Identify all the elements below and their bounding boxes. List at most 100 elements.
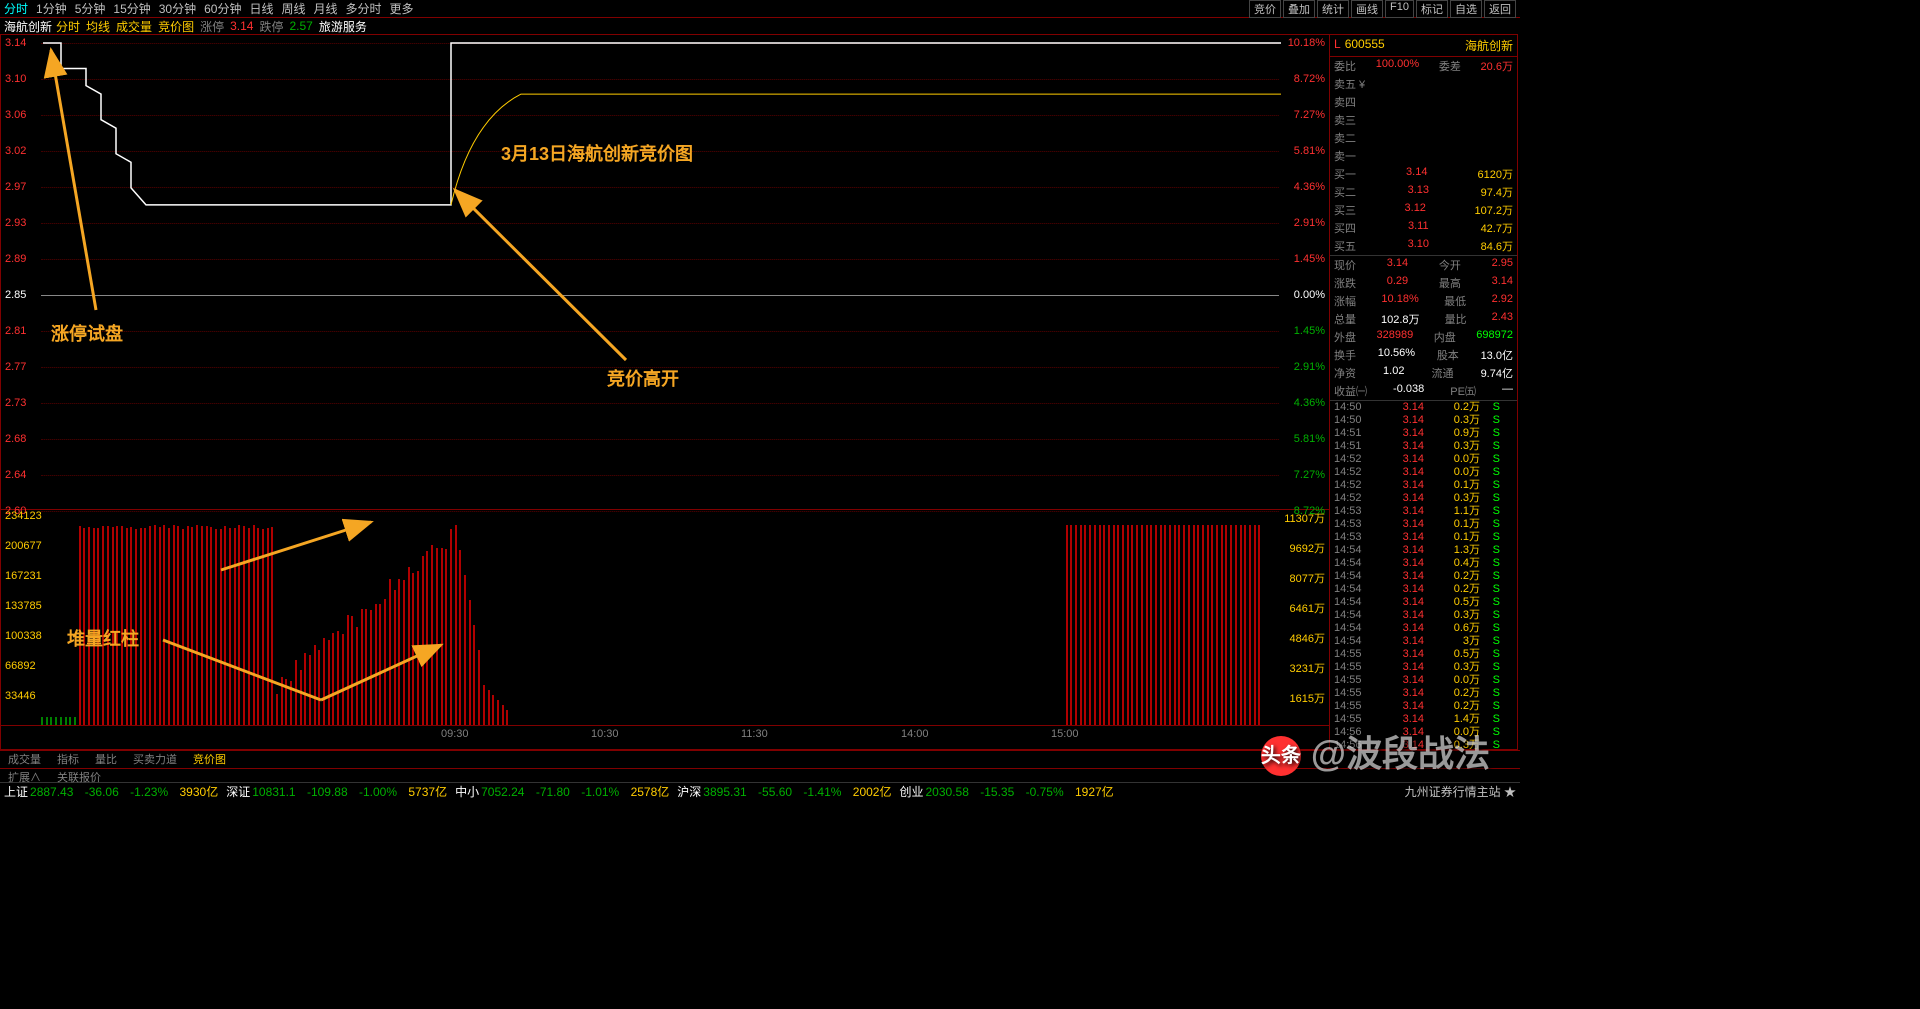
btn-mark[interactable]: 标记 xyxy=(1416,0,1448,18)
status-bar: 上证2887.43 -36.06 -1.23% 3930亿 深证10831.1 … xyxy=(0,782,1520,800)
tab-vol[interactable]: 成交量 xyxy=(0,751,49,768)
annotation-1: 涨停试盘 xyxy=(51,320,123,346)
stock-name: 海航创新 xyxy=(1465,37,1513,54)
tick-row: 14:523.140.3万S xyxy=(1330,492,1517,505)
tick-row: 14:543.140.4万S xyxy=(1330,557,1517,570)
main-area: 3.1410.18%3.108.72%3.067.27%3.025.81%2.9… xyxy=(0,34,1520,750)
index-item[interactable]: 创业2030.58 -15.35 -0.75% 1927亿 xyxy=(899,783,1121,800)
time-axis: 09:30 10:30 11:30 14:00 15:00 xyxy=(1,726,1329,746)
tick-row: 14:533.140.1万S xyxy=(1330,531,1517,544)
bid-row: 买五3.1084.6万 xyxy=(1330,237,1517,255)
tick-row: 14:523.140.0万S xyxy=(1330,453,1517,466)
tab-relate[interactable]: 关联报价 xyxy=(49,769,109,782)
tab-jjt[interactable]: 竞价图 xyxy=(185,751,234,768)
vol-ylabel-r: 9692万 xyxy=(1290,540,1325,556)
avg-line xyxy=(1,35,1331,510)
btn-stats[interactable]: 统计 xyxy=(1317,0,1349,18)
index-item[interactable]: 沪深3895.31 -55.60 -1.41% 2002亿 xyxy=(677,783,899,800)
stat-row: 外盘328989内盘698972 xyxy=(1330,328,1517,346)
tick-row: 14:523.140.0万S xyxy=(1330,466,1517,479)
stock-code[interactable]: 600555 xyxy=(1345,37,1385,51)
tf-30m[interactable]: 30分钟 xyxy=(159,0,196,17)
tick-row: 14:533.140.1万S xyxy=(1330,518,1517,531)
tick-row: 14:523.140.1万S xyxy=(1330,479,1517,492)
vol-ylabel-r: 1615万 xyxy=(1290,690,1325,706)
xlabel-1030: 10:30 xyxy=(591,728,619,740)
vol-ylabel-l: 66892 xyxy=(5,660,36,672)
tf-more[interactable]: 更多 xyxy=(390,0,414,17)
tick-row: 14:503.140.2万S xyxy=(1330,401,1517,414)
label-junxian: 均线 xyxy=(86,18,110,35)
btn-fav[interactable]: 自选 xyxy=(1450,0,1482,18)
tick-row: 14:543.141.3万S xyxy=(1330,544,1517,557)
tf-15m[interactable]: 15分钟 xyxy=(113,0,150,17)
xlabel-1400: 14:00 xyxy=(901,728,929,740)
index-item[interactable]: 深证10831.1 -109.88 -1.00% 5737亿 xyxy=(226,783,455,800)
tf-60m[interactable]: 60分钟 xyxy=(204,0,241,17)
quote-sidebar: L600555 海航创新 委比100.00% 委差20.6万 卖五 ¥卖四卖三卖… xyxy=(1330,34,1518,750)
volume-bars xyxy=(41,509,1279,725)
vol-ylabel-r: 8077万 xyxy=(1290,570,1325,586)
tick-row: 14:553.140.3万S xyxy=(1330,661,1517,674)
chart-area[interactable]: 3.1410.18%3.108.72%3.067.27%3.025.81%2.9… xyxy=(0,34,1330,750)
vol-ylabel-r: 6461万 xyxy=(1290,600,1325,616)
label-zt: 涨停 xyxy=(200,18,224,35)
tick-row: 14:543.140.6万S xyxy=(1330,622,1517,635)
tick-row: 14:543.140.3万S xyxy=(1330,609,1517,622)
broker-label: 九州证券行情主站 ★ xyxy=(1405,783,1516,800)
stat-row: 收益㈠-0.038PE㈤— xyxy=(1330,382,1517,400)
index-item[interactable]: 中小7052.24 -71.80 -1.01% 2578亿 xyxy=(455,783,677,800)
btn-overlay[interactable]: 叠加 xyxy=(1283,0,1315,18)
vol-ylabel-l: 133785 xyxy=(5,600,42,612)
ask-row: 卖三 xyxy=(1330,111,1517,129)
tf-fenshi[interactable]: 分时 xyxy=(4,0,28,17)
sidebar-header: L600555 海航创新 xyxy=(1330,35,1517,57)
vol-ylabel-r: 4846万 xyxy=(1290,630,1325,646)
bid-row: 买三3.12107.2万 xyxy=(1330,201,1517,219)
vol-ylabel-l: 100338 xyxy=(5,630,42,642)
xlabel-1500: 15:00 xyxy=(1051,728,1079,740)
watermark-logo: 头条 xyxy=(1261,736,1301,776)
stock-name-info: 海航创新 xyxy=(4,18,52,35)
tf-month[interactable]: 月线 xyxy=(314,0,338,17)
tab-expand[interactable]: 扩展∧ xyxy=(0,769,49,782)
volume-chart[interactable]: 234123 11307万 200677 9692万 167231 8077万 133785… xyxy=(1,510,1329,726)
tf-5m[interactable]: 5分钟 xyxy=(75,0,106,17)
annotation-3: 堆量红柱 xyxy=(67,625,139,651)
tab-bs[interactable]: 买卖力道 xyxy=(125,751,185,768)
tf-day[interactable]: 日线 xyxy=(249,0,273,17)
tf-week[interactable]: 周线 xyxy=(281,0,305,17)
ask-row: 卖一 xyxy=(1330,147,1517,165)
bid-row: 买二3.1397.4万 xyxy=(1330,183,1517,201)
tick-list[interactable]: 14:503.140.2万S14:503.140.3万S14:513.140.9… xyxy=(1330,401,1517,750)
vol-ylabel-r: 11307万 xyxy=(1284,510,1325,526)
sector-name: 旅游服务 xyxy=(319,18,367,35)
tab-lb[interactable]: 量比 xyxy=(87,751,125,768)
bid-row: 买四3.1142.7万 xyxy=(1330,219,1517,237)
vol-ylabel-l: 167231 xyxy=(5,570,42,582)
tick-row: 14:553.140.2万S xyxy=(1330,687,1517,700)
tab-ind[interactable]: 指标 xyxy=(49,751,87,768)
info-bar: 海航创新 分时 均线 成交量 竞价图 涨停 3.14 跌停 2.57 旅游服务 xyxy=(0,18,1520,34)
bid-row: 买一3.146120万 xyxy=(1330,165,1517,183)
stat-row: 净资1.02流通9.74亿 xyxy=(1330,364,1517,382)
vol-ylabel-l: 33446 xyxy=(5,690,36,702)
vol-ylabel-l: 200677 xyxy=(5,540,42,552)
label-cjl: 成交量 xyxy=(116,18,152,35)
stat-row: 现价3.14今开2.95 xyxy=(1330,256,1517,274)
tf-1m[interactable]: 1分钟 xyxy=(36,0,67,17)
tick-row: 14:553.140.5万S xyxy=(1330,648,1517,661)
index-item[interactable]: 上证2887.43 -36.06 -1.23% 3930亿 xyxy=(4,783,226,800)
price-chart[interactable]: 3.1410.18%3.108.72%3.067.27%3.025.81%2.9… xyxy=(1,35,1329,510)
btn-f10[interactable]: F10 xyxy=(1385,0,1414,18)
tick-row: 14:543.140.2万S xyxy=(1330,570,1517,583)
annotation-2: 竞价高开 xyxy=(607,365,679,391)
tick-row: 14:543.143万S xyxy=(1330,635,1517,648)
btn-bid[interactable]: 竞价 xyxy=(1249,0,1281,18)
label-fenshi: 分时 xyxy=(56,18,80,35)
vol-ylabel-l: 234123 xyxy=(5,510,42,522)
btn-draw[interactable]: 画线 xyxy=(1351,0,1383,18)
val-zt: 3.14 xyxy=(230,19,253,33)
btn-back[interactable]: 返回 xyxy=(1484,0,1516,18)
tf-multi[interactable]: 多分时 xyxy=(346,0,382,17)
